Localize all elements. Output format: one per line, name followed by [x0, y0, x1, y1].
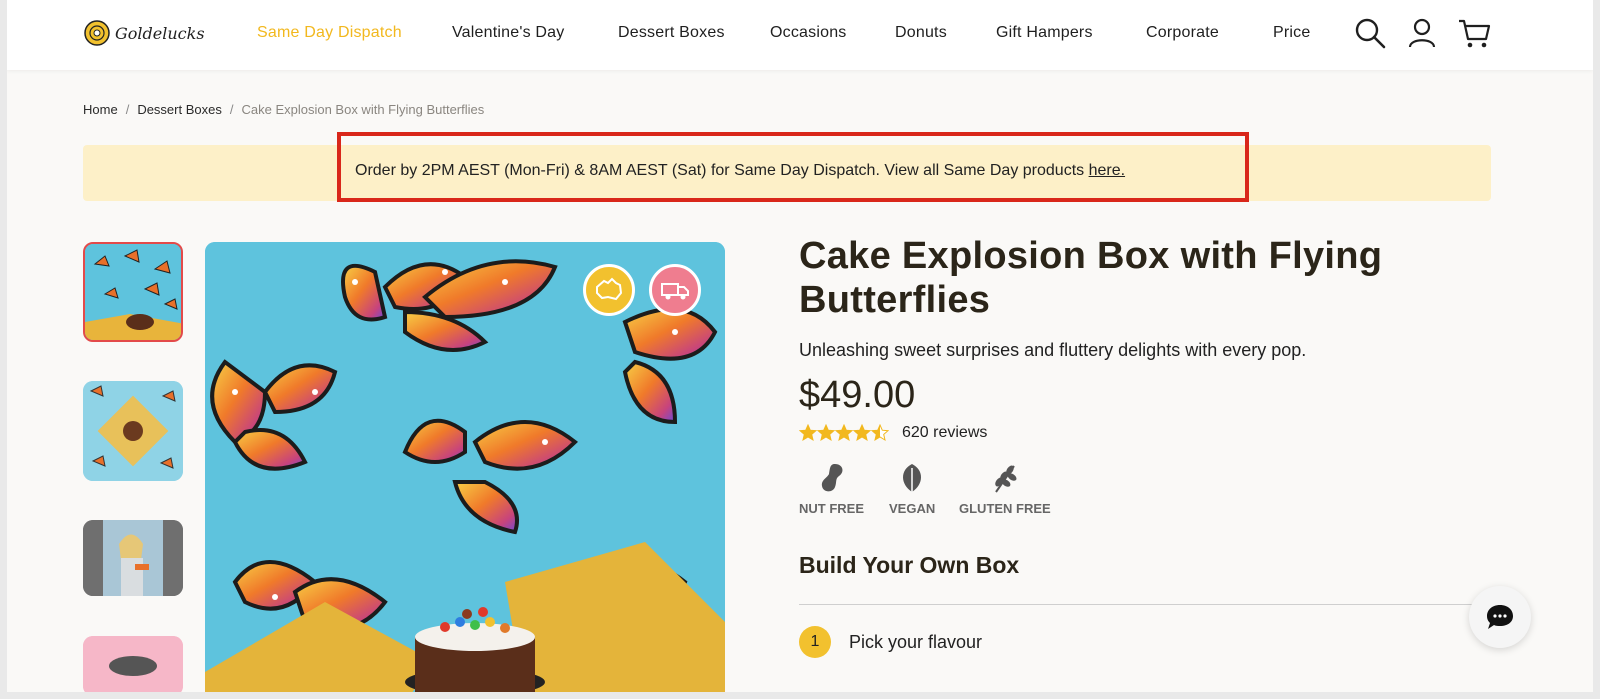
- diet-label: NUT FREE: [799, 501, 864, 516]
- butterflies-cake-image: [205, 242, 725, 692]
- breadcrumb-separator: /: [229, 102, 234, 117]
- nav-item-gift-hampers[interactable]: Gift Hampers: [996, 24, 1093, 42]
- nav-item-valentines-day[interactable]: Valentine's Day: [452, 24, 564, 42]
- banner-message: Order by 2PM AEST (Mon-Fri) & 8AM AEST (…: [355, 162, 1089, 179]
- nav-item-occasions[interactable]: Occasions: [770, 24, 847, 42]
- leaf-icon: [903, 464, 922, 492]
- step-number-badge: 1: [799, 626, 831, 658]
- chat-bubble-icon: [1487, 605, 1513, 629]
- diet-gluten-free: GLUTEN FREE: [959, 462, 1051, 516]
- rating-stars[interactable]: [799, 424, 889, 442]
- nav-item-corporate[interactable]: Corporate: [1146, 24, 1219, 42]
- reviews-count[interactable]: 620 reviews: [902, 424, 987, 442]
- dispatch-banner-text: Order by 2PM AEST (Mon-Fri) & 8AM AEST (…: [355, 162, 1125, 180]
- thumbnail-butterflies-image: [85, 244, 181, 340]
- thumbnail-box-top-image: [83, 381, 183, 481]
- thumbnail-pink-image: [83, 636, 183, 692]
- thumbnail-2[interactable]: [83, 381, 183, 481]
- breadcrumb-separator: /: [125, 102, 130, 117]
- product-subtitle: Unleashing sweet surprises and fluttery …: [799, 340, 1307, 360]
- peanut-icon: [821, 464, 842, 492]
- nav-item-same-day-dispatch[interactable]: Same Day Dispatch: [257, 24, 402, 42]
- australia-badge: [583, 264, 635, 316]
- delivery-truck-icon: [661, 283, 689, 300]
- account-icon[interactable]: [1405, 16, 1439, 50]
- breadcrumb: Home / Dessert Boxes / Cake Explosion Bo…: [83, 102, 484, 117]
- step-label[interactable]: Pick your flavour: [849, 632, 982, 653]
- page-frame: Goldelucks Same Day Dispatch Valentine's…: [7, 0, 1593, 692]
- search-icon[interactable]: [1353, 16, 1387, 50]
- product-title: Cake Explosion Box with Flying Butterfli…: [799, 235, 1383, 321]
- product-price: $49.00: [799, 374, 916, 416]
- chat-button[interactable]: [1469, 586, 1531, 648]
- thumbnail-person-image: [83, 520, 183, 596]
- brand-logo[interactable]: Goldelucks: [84, 20, 205, 46]
- diet-vegan: VEGAN: [889, 462, 935, 516]
- diet-nut-free: NUT FREE: [799, 462, 864, 516]
- breadcrumb-dessert-boxes[interactable]: Dessert Boxes: [137, 102, 222, 117]
- thumbnail-1[interactable]: [83, 242, 183, 342]
- delivery-badge: [649, 264, 701, 316]
- wheat-icon: [995, 465, 1017, 493]
- cart-icon[interactable]: [1457, 16, 1491, 50]
- brand-name: Goldelucks: [115, 23, 205, 43]
- australia-map-icon: [596, 277, 623, 301]
- donut-logo-icon: [84, 20, 110, 46]
- star-rating-icon: [799, 424, 889, 442]
- breadcrumb-home[interactable]: Home: [83, 102, 118, 117]
- site-header: Goldelucks Same Day Dispatch Valentine's…: [7, 0, 1593, 70]
- section-divider: [799, 604, 1499, 605]
- same-day-products-link[interactable]: here.: [1089, 162, 1125, 179]
- nav-item-donuts[interactable]: Donuts: [895, 24, 947, 42]
- build-box-title: Build Your Own Box: [799, 552, 1020, 578]
- nav-item-dessert-boxes[interactable]: Dessert Boxes: [618, 24, 725, 42]
- thumbnail-4[interactable]: [83, 636, 183, 692]
- diet-label: VEGAN: [889, 501, 936, 516]
- thumbnail-3[interactable]: [83, 520, 183, 596]
- diet-label: GLUTEN FREE: [959, 501, 1051, 516]
- nav-item-price[interactable]: Price: [1273, 24, 1310, 42]
- breadcrumb-current: Cake Explosion Box with Flying Butterfli…: [241, 102, 485, 117]
- product-main-image[interactable]: [205, 242, 725, 692]
